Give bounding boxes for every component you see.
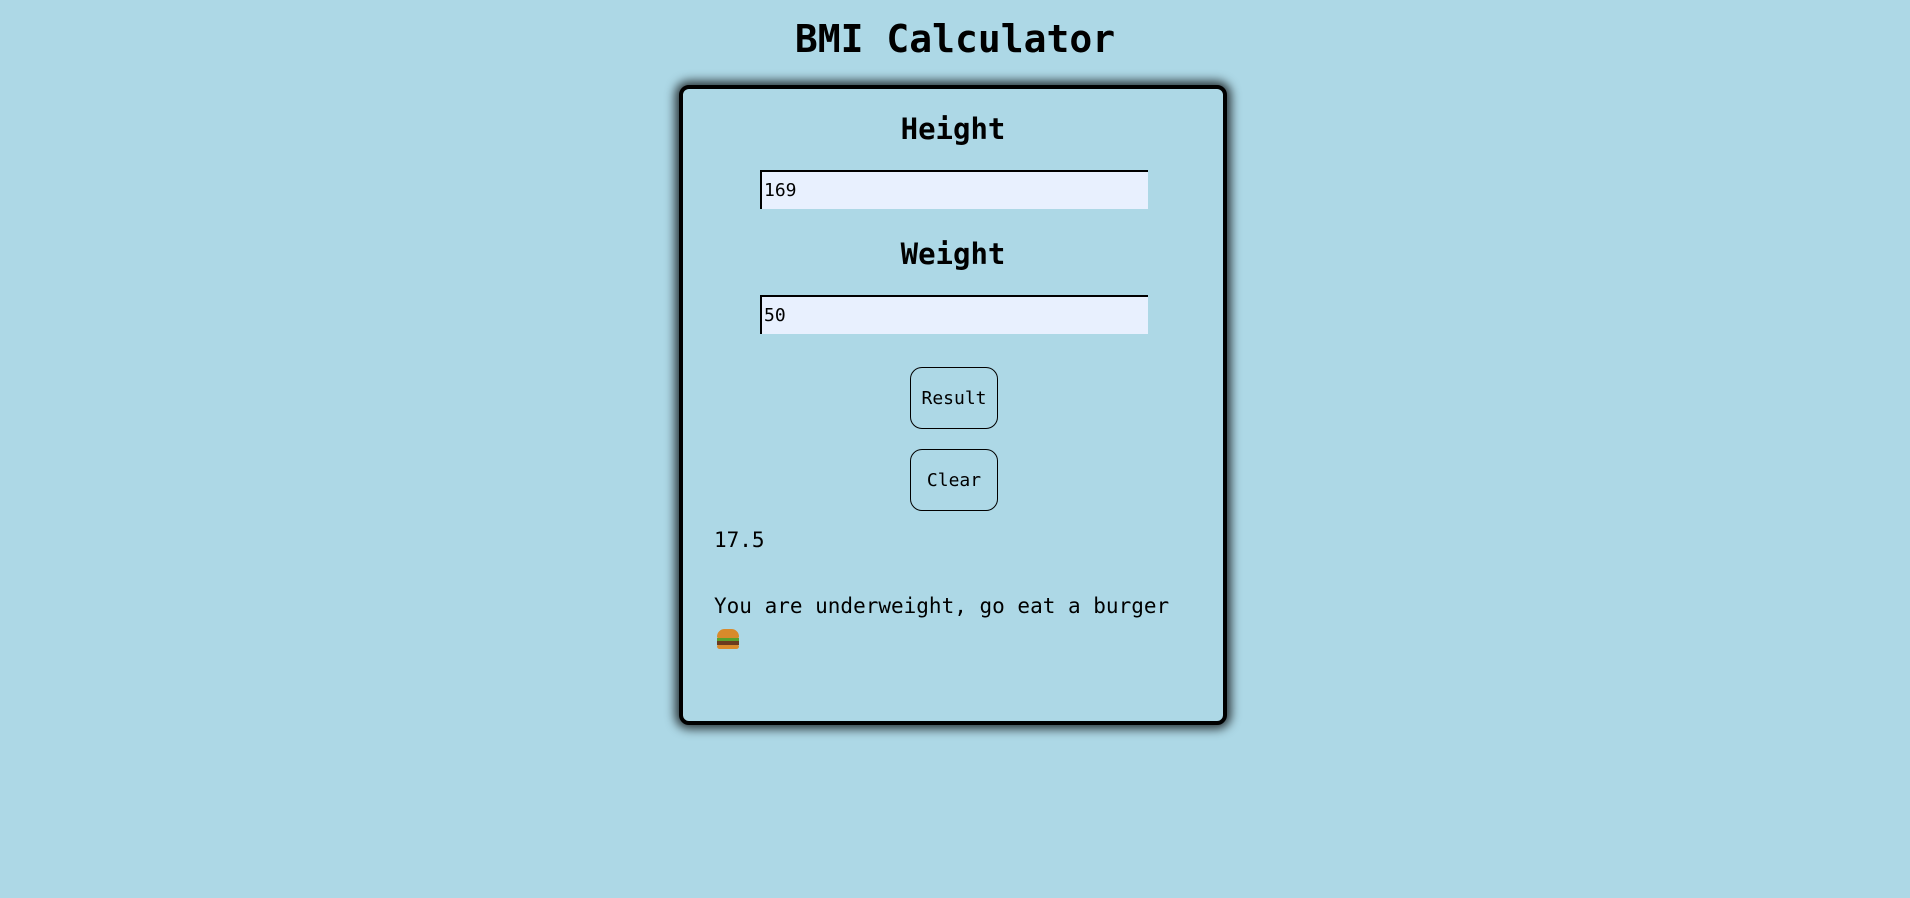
result-button[interactable]: Result — [910, 367, 998, 429]
height-input[interactable] — [760, 170, 1148, 209]
bmi-result-value: 17.5 — [714, 528, 765, 552]
bmi-result-message: You are underweight, go eat a burger — [714, 590, 1194, 654]
height-label: Height — [900, 112, 1006, 146]
page-title: BMI Calculator — [794, 17, 1116, 61]
weight-label: Weight — [900, 237, 1006, 271]
weight-input[interactable] — [760, 295, 1148, 334]
calculator-card: Height Weight Result Clear 17.5 You are … — [679, 85, 1227, 725]
clear-button[interactable]: Clear — [910, 449, 998, 511]
burger-icon — [717, 629, 739, 649]
result-message-text: You are underweight, go eat a burger — [714, 594, 1170, 618]
